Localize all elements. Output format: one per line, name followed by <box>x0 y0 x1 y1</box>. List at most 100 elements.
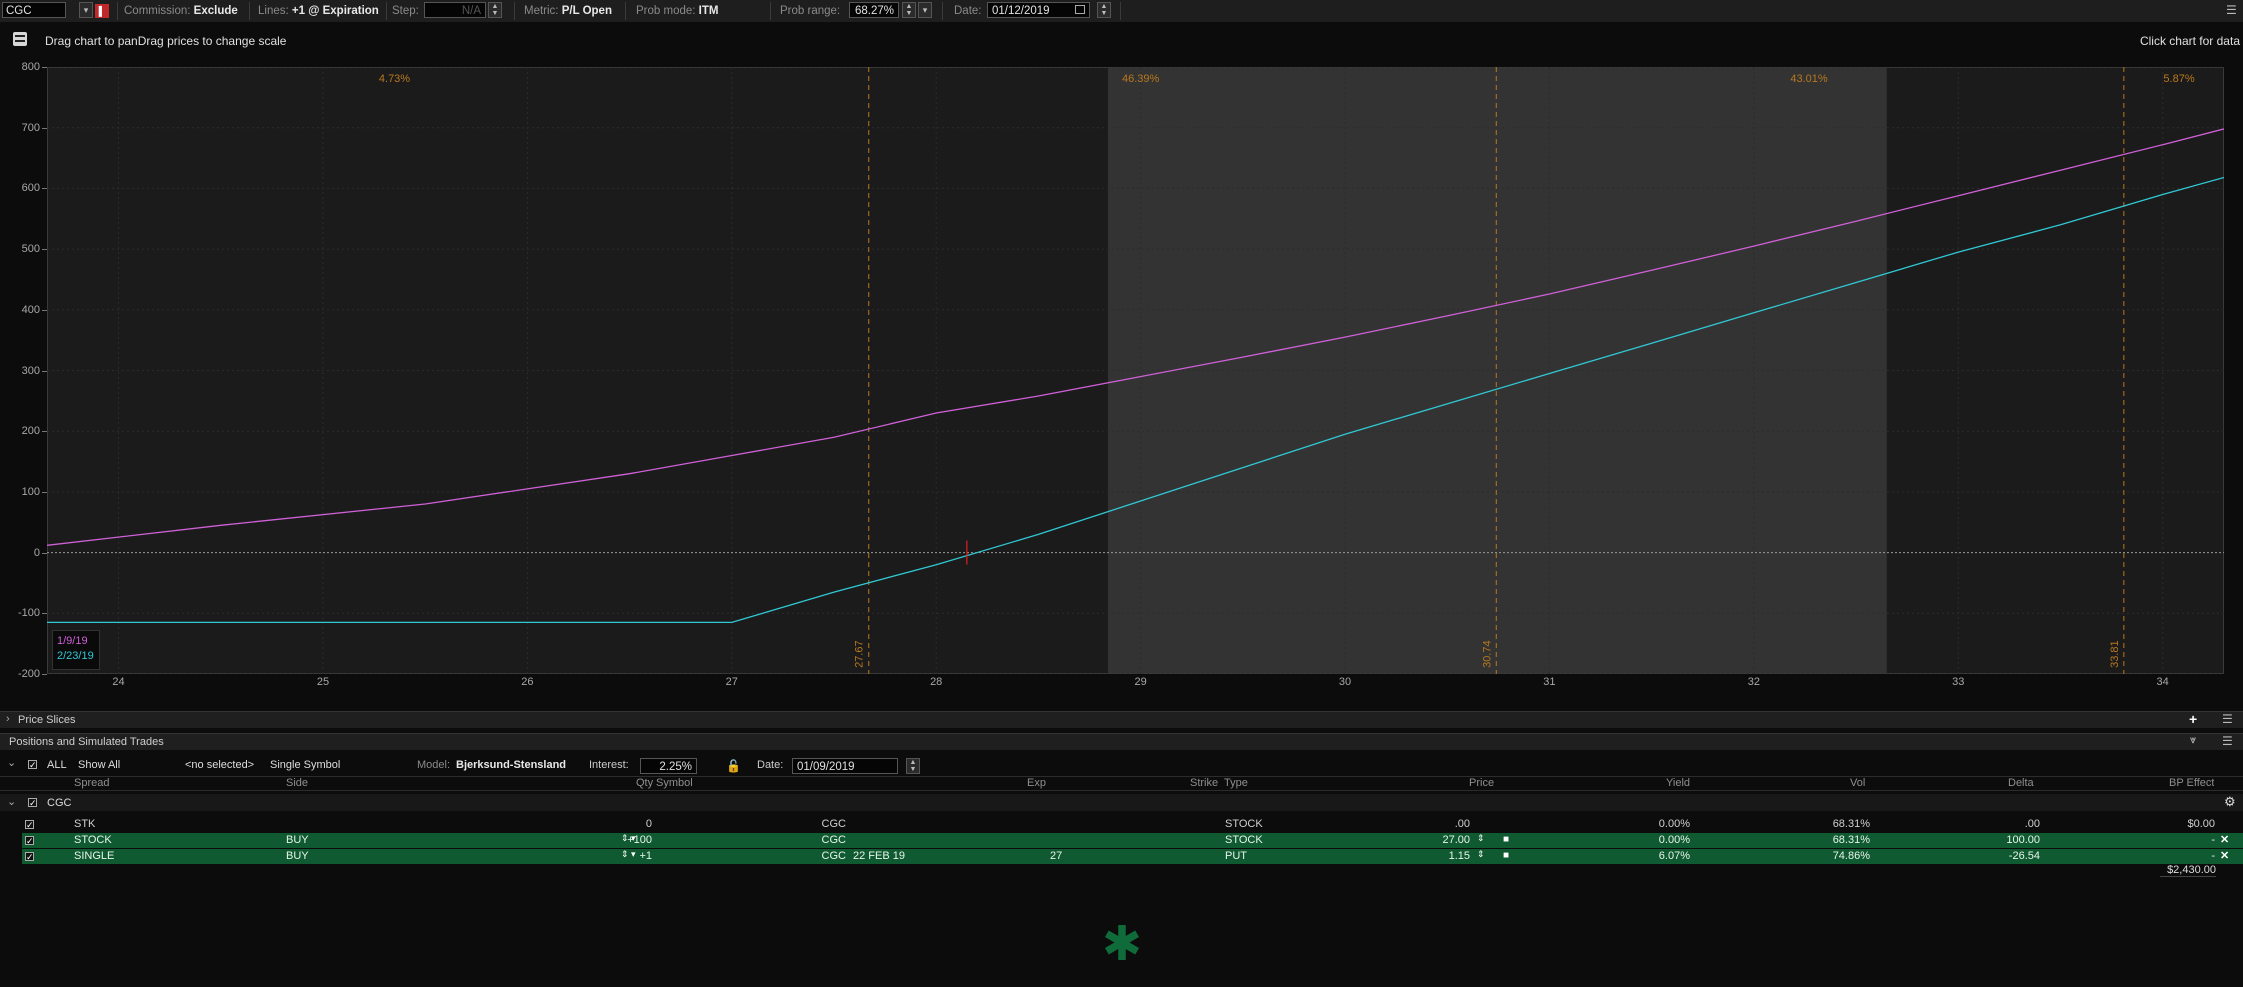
step-input[interactable]: N/A <box>424 2 486 18</box>
prob-mode-selector[interactable]: Prob mode: ITM <box>636 3 718 19</box>
lock-icon[interactable]: 🔓 <box>726 759 741 773</box>
col-type[interactable]: Type <box>1224 777 1248 789</box>
chevron-down-icon[interactable]: ⌄ <box>7 756 16 769</box>
price-spinner[interactable]: ⇕ <box>1477 849 1485 860</box>
symbol-dropdown-button[interactable]: ▾ <box>79 2 93 18</box>
cell-price[interactable]: 1.15 <box>1400 850 1470 862</box>
row-checkbox[interactable]: ✓ <box>25 852 34 862</box>
col-vol[interactable]: Vol <box>1850 777 1865 789</box>
x-tick-label: 24 <box>112 676 125 688</box>
col-bp-effect[interactable]: BP Effect <box>2169 777 2214 789</box>
cell-side[interactable]: BUY <box>286 834 456 846</box>
pl-chart[interactable]: 27.67 30.74 33.81 4.73% 46.39% 43.01% 5.87% <box>47 67 2224 674</box>
chart-settings-icon[interactable] <box>13 32 27 46</box>
y-tick-label: 100 <box>21 485 40 498</box>
x-tick-label: 30 <box>1338 676 1352 688</box>
all-checkbox[interactable]: ✓ <box>28 760 37 770</box>
chevron-right-icon[interactable]: › <box>6 713 10 725</box>
table-row[interactable]: ✓ STOCK BUY +100 CGC STOCK 27.00 0.00% 68.31% 100… <box>22 833 2243 848</box>
symbol-input[interactable]: CGC <box>2 2 66 18</box>
col-price[interactable]: Price <box>1469 777 1494 789</box>
remove-row-icon[interactable]: ✕ <box>2220 833 2229 846</box>
group-name: CGC <box>47 797 72 809</box>
col-delta[interactable]: Delta <box>2008 777 2034 789</box>
cell-yield: 0.00% <box>1658 834 1690 846</box>
menu-icon[interactable]: ☰ <box>2222 712 2233 726</box>
symbol-value: CGC <box>6 5 32 17</box>
cell-price[interactable]: 27.00 <box>1400 834 1470 846</box>
single-symbol-dropdown[interactable]: Single Symbol <box>270 759 340 771</box>
date-spinner[interactable]: ▲ ▼ <box>1097 2 1111 18</box>
price-slices-title: Price Slices <box>18 714 76 726</box>
y-tick-label: 800 <box>21 61 40 73</box>
menu-icon[interactable]: ☰ <box>2226 4 2237 16</box>
cell-type[interactable]: STOCK <box>1225 818 1395 830</box>
cell-qty[interactable]: 0 <box>460 818 652 830</box>
date-value: 01/12/2019 <box>992 5 1050 17</box>
table-row[interactable]: ✓ STK 0 CGC STOCK .00 0.00% 68.31% .00 $0.00 <box>22 817 2243 832</box>
lock-icon[interactable]: ■ <box>1503 834 1509 845</box>
x-tick-label: 28 <box>930 676 943 688</box>
prob-range-dropdown[interactable]: ▾ <box>918 2 932 18</box>
lines-label: Lines: <box>258 5 289 17</box>
cell-strike[interactable]: 27 <box>1050 850 1220 862</box>
y-tick-label: -100 <box>17 607 40 620</box>
lock-icon[interactable]: ■ <box>1503 850 1509 861</box>
qty-spinner[interactable]: ⇕ ▾ <box>621 833 636 844</box>
no-selected-dropdown[interactable]: <no selected> <box>185 759 254 771</box>
collapse-icon[interactable]: ⩔ <box>2190 734 2196 747</box>
col-spread[interactable]: Spread <box>74 777 109 789</box>
metric-selector[interactable]: Metric: P/L Open <box>524 3 612 19</box>
col-exp[interactable]: Exp <box>1027 777 1046 789</box>
prob-range-input[interactable]: 68.27% <box>849 2 899 18</box>
calendar-icon[interactable] <box>1075 5 1085 14</box>
flag-icon[interactable]: ▌ <box>95 4 109 18</box>
table-row[interactable]: ✓ SINGLE BUY +1 CGC 22 FEB 19 27 PUT 1.15 6.07% 74… <box>22 849 2243 864</box>
col-strike[interactable]: Strike <box>1190 777 1218 789</box>
prob-range-spinner[interactable]: ▲ ▼ <box>902 2 916 18</box>
chevron-down-icon[interactable]: ⌄ <box>7 795 16 808</box>
metric-value: P/L Open <box>561 5 612 17</box>
region-probability-label: 43.01% <box>1790 73 1828 85</box>
col-side[interactable]: Side <box>286 777 308 789</box>
row-checkbox[interactable]: ✓ <box>25 820 34 830</box>
cell-type[interactable]: PUT <box>1225 850 1395 862</box>
cell-side[interactable]: BUY <box>286 850 456 862</box>
cell-exp[interactable]: 22 FEB 19 <box>853 850 1033 862</box>
row-checkbox[interactable]: ✓ <box>25 836 34 846</box>
step-spinner[interactable]: ▲ ▼ <box>488 2 502 18</box>
price-slices-bar[interactable]: › Price Slices + ☰ <box>0 711 2243 728</box>
region-probability-label: 4.73% <box>379 73 410 85</box>
y-tick-mark <box>42 674 47 675</box>
metric-label: Metric: <box>524 5 559 17</box>
model-dropdown[interactable]: Bjerksund-Stensland <box>456 759 566 771</box>
gear-icon[interactable]: ⚙ <box>2224 794 2236 810</box>
menu-icon[interactable]: ☰ <box>2222 734 2233 748</box>
col-qty[interactable]: Qty <box>636 777 653 789</box>
cell-spread: STK <box>74 818 96 830</box>
show-all-dropdown[interactable]: Show All <box>78 759 120 771</box>
commission-selector[interactable]: Commission: Exclude <box>124 3 238 19</box>
cell-bp-effect: - <box>2211 850 2215 862</box>
lines-selector[interactable]: Lines: +1 @ Expiration <box>258 3 379 19</box>
positions-date-spinner[interactable]: ▲ ▼ <box>906 758 920 774</box>
col-symbol[interactable]: Symbol <box>656 777 693 789</box>
cell-type[interactable]: STOCK <box>1225 834 1395 846</box>
price-spinner[interactable]: ⇕ <box>1477 833 1485 844</box>
lines-value: +1 @ Expiration <box>291 5 379 17</box>
qty-spinner[interactable]: ⇕ ▾ <box>621 849 636 860</box>
prob-mode-label: Prob mode: <box>636 5 696 17</box>
positions-date-input[interactable]: 01/09/2019 <box>792 758 898 774</box>
cell-delta: -26.54 <box>2008 850 2040 862</box>
step-value: N/A <box>461 5 481 17</box>
chart-legend: 1/9/19 2/23/19 <box>52 630 100 670</box>
interest-input[interactable]: 2.25% <box>640 758 697 774</box>
positions-date-label: Date: <box>757 759 784 771</box>
add-icon[interactable]: + <box>2189 711 2197 727</box>
cell-symbol: CGC <box>821 834 846 846</box>
remove-row-icon[interactable]: ✕ <box>2220 849 2229 862</box>
cell-price[interactable]: .00 <box>1400 818 1470 830</box>
group-checkbox[interactable]: ✓ <box>28 798 37 808</box>
commission-value: Exclude <box>193 5 238 17</box>
col-yield[interactable]: Yield <box>1666 777 1690 789</box>
